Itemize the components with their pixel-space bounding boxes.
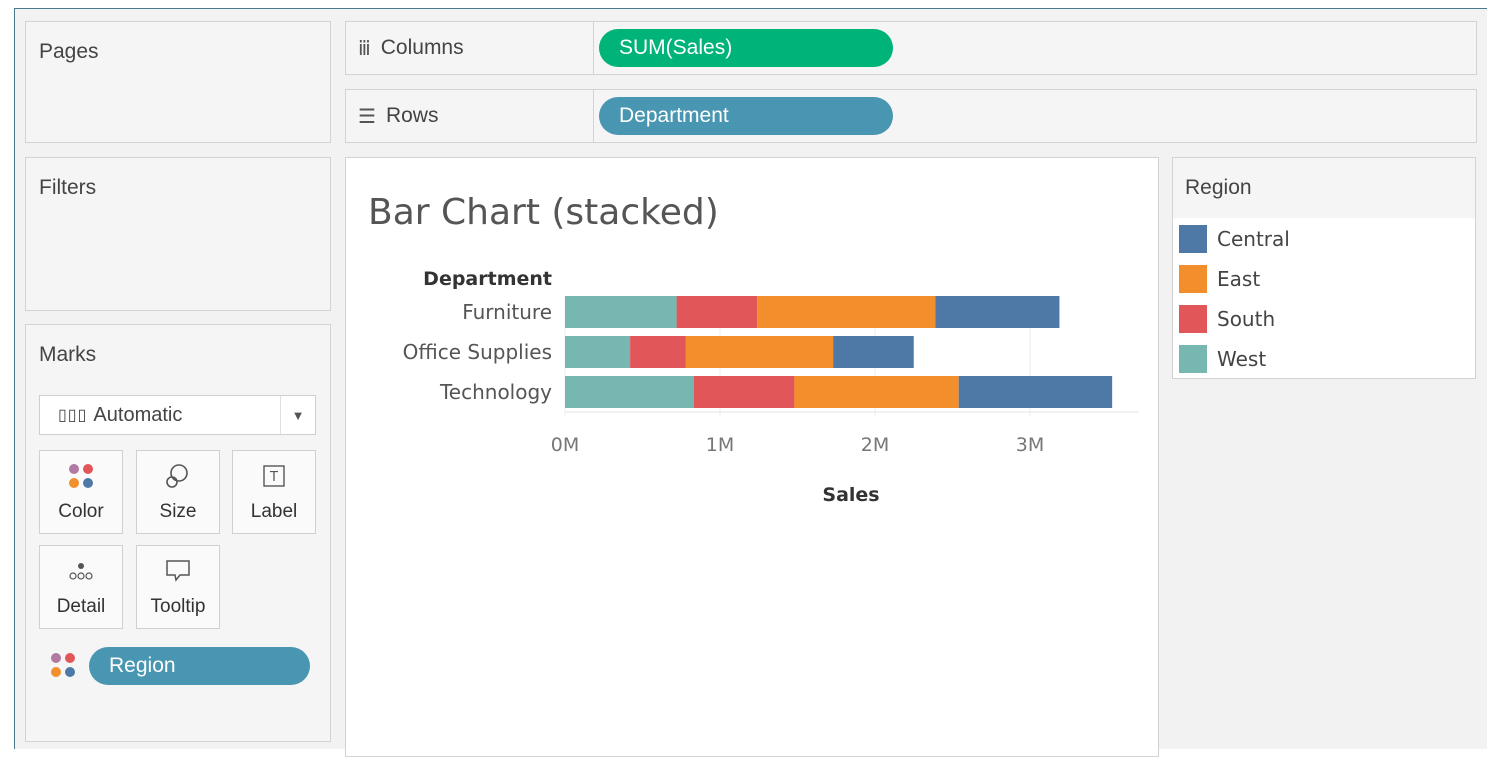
legend-swatch bbox=[1179, 265, 1207, 293]
bar-chart: Bar Chart (stacked) Department Furniture… bbox=[368, 192, 1139, 506]
color-label: Color bbox=[58, 501, 104, 522]
x-tick-label: 0M bbox=[551, 434, 579, 456]
region-legend: Region Central East South West bbox=[1172, 157, 1476, 379]
legend-label: East bbox=[1217, 267, 1261, 291]
bar-west[interactable] bbox=[565, 336, 631, 368]
pages-shelf[interactable]: Pages bbox=[25, 21, 331, 143]
chart-view: Bar Chart (stacked) Department Furniture… bbox=[345, 157, 1159, 757]
chevron-down-icon[interactable]: ▼ bbox=[280, 396, 315, 434]
mark-type-dropdown[interactable]: ▯▯▯ Automatic ▼ bbox=[39, 395, 316, 435]
tooltip-label: Tooltip bbox=[150, 596, 206, 617]
bar-east[interactable] bbox=[757, 296, 936, 328]
bar-east[interactable] bbox=[794, 376, 959, 408]
bar-south[interactable] bbox=[693, 376, 795, 408]
filters-shelf[interactable]: Filters bbox=[25, 157, 331, 311]
mark-type-value: Automatic bbox=[93, 403, 183, 426]
x-axis-label: Sales bbox=[822, 484, 879, 506]
bar-central[interactable] bbox=[833, 336, 914, 368]
columns-icon: ⅲ bbox=[358, 37, 371, 60]
legend-swatch bbox=[1179, 345, 1207, 373]
size-icon bbox=[166, 464, 188, 488]
columns-shelf[interactable]: ⅲ Columns SUM(Sales) bbox=[345, 21, 1477, 75]
color-dots-icon bbox=[69, 464, 93, 488]
category-label: Office Supplies bbox=[403, 340, 552, 364]
filters-title: Filters bbox=[39, 176, 97, 199]
bar-south[interactable] bbox=[630, 336, 686, 368]
detail-icon bbox=[69, 563, 93, 580]
legend-title: Region bbox=[1185, 176, 1252, 199]
bar-west[interactable] bbox=[565, 376, 694, 408]
legend-item-central[interactable]: Central bbox=[1179, 224, 1290, 254]
rows-label: Rows bbox=[385, 104, 439, 127]
legend-item-west[interactable]: West bbox=[1179, 344, 1266, 374]
svg-text:T: T bbox=[269, 470, 278, 485]
detail-label: Detail bbox=[56, 596, 106, 617]
region-color-field[interactable]: Region bbox=[51, 647, 311, 687]
row-header: Department bbox=[423, 268, 552, 290]
bar-chart-icon: ▯▯▯ bbox=[58, 407, 88, 424]
x-tick-label: 2M bbox=[861, 434, 889, 456]
detail-button[interactable]: Detail bbox=[39, 545, 123, 629]
marks-title: Marks bbox=[39, 343, 97, 366]
label-label: Label bbox=[250, 501, 298, 522]
workspace: Pages Filters Marks ▯▯▯ Automatic ▼ Colo… bbox=[14, 8, 1487, 757]
legend-swatch bbox=[1179, 305, 1207, 333]
label-icon: T bbox=[263, 465, 285, 487]
color-dots-icon bbox=[51, 653, 75, 677]
department-pill[interactable]: Department bbox=[599, 97, 893, 135]
bar-central[interactable] bbox=[935, 296, 1060, 328]
legend-label: South bbox=[1217, 307, 1276, 331]
legend-swatch bbox=[1179, 225, 1207, 253]
category-label: Furniture bbox=[462, 300, 552, 324]
rows-icon: ☰ bbox=[358, 105, 376, 128]
size-button[interactable]: Size bbox=[136, 450, 220, 534]
sum-sales-pill[interactable]: SUM(Sales) bbox=[599, 29, 893, 67]
legend-header: Region bbox=[1173, 158, 1475, 218]
pages-title: Pages bbox=[39, 40, 99, 63]
bar-central[interactable] bbox=[958, 376, 1113, 408]
size-label: Size bbox=[159, 501, 197, 522]
rows-shelf-label: ☰ Rows bbox=[346, 90, 594, 142]
bar-south[interactable] bbox=[676, 296, 758, 328]
rows-shelf[interactable]: ☰ Rows Department bbox=[345, 89, 1477, 143]
x-tick-label: 3M bbox=[1016, 434, 1044, 456]
legend-item-south[interactable]: South bbox=[1179, 304, 1275, 334]
x-tick-label: 1M bbox=[706, 434, 734, 456]
chart-title: Bar Chart (stacked) bbox=[368, 192, 719, 233]
legend-label: West bbox=[1217, 347, 1267, 371]
bar-west[interactable] bbox=[565, 296, 677, 328]
legend-label: Central bbox=[1217, 227, 1290, 251]
color-button[interactable]: Color bbox=[39, 450, 123, 534]
region-pill[interactable]: Region bbox=[89, 647, 310, 685]
tooltip-icon bbox=[166, 560, 190, 582]
tooltip-button[interactable]: Tooltip bbox=[136, 545, 220, 629]
columns-label: Columns bbox=[380, 36, 464, 59]
label-button[interactable]: T Label bbox=[232, 450, 316, 534]
columns-shelf-label: ⅲ Columns bbox=[346, 22, 594, 74]
bar-east[interactable] bbox=[685, 336, 834, 368]
category-label: Technology bbox=[439, 380, 552, 404]
legend-item-east[interactable]: East bbox=[1179, 264, 1260, 294]
